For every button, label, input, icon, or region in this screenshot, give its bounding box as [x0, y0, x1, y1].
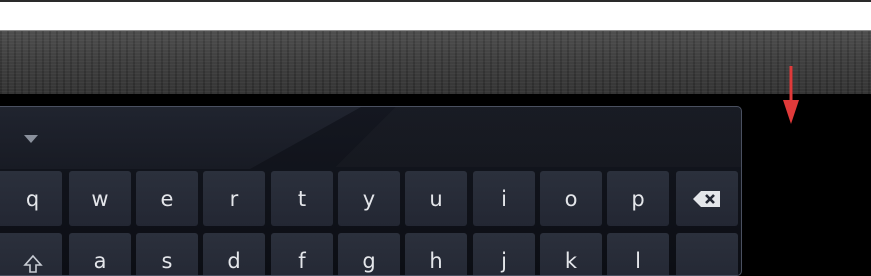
key-r[interactable]: r [203, 171, 265, 226]
key-y[interactable]: y [338, 171, 400, 226]
key-w[interactable]: w [69, 171, 131, 226]
key-label: w [91, 186, 109, 211]
key-label: o [564, 186, 578, 211]
key-label: s [161, 248, 173, 273]
key-l[interactable]: l [607, 233, 669, 275]
key-label: u [429, 186, 443, 211]
key-j[interactable]: j [473, 233, 535, 275]
key-label: d [227, 248, 241, 273]
key-k[interactable]: k [540, 233, 602, 275]
enter-key[interactable] [676, 233, 738, 275]
key-label: h [429, 248, 443, 273]
key-a[interactable]: a [69, 233, 131, 275]
key-s[interactable]: s [136, 233, 198, 275]
key-g[interactable]: g [338, 233, 400, 275]
key-f[interactable]: f [271, 233, 333, 275]
key-label: y [362, 186, 376, 211]
wood-texture-bar [0, 31, 871, 94]
key-i[interactable]: i [473, 171, 535, 226]
key-u[interactable]: u [405, 171, 467, 226]
key-o[interactable]: o [540, 171, 602, 226]
key-q[interactable]: q [0, 171, 62, 226]
key-label: a [93, 248, 107, 273]
key-p[interactable]: p [607, 171, 669, 226]
top-text-field[interactable] [0, 0, 871, 31]
key-label: k [564, 248, 578, 273]
backspace-key[interactable] [676, 171, 738, 226]
key-label: q [25, 186, 40, 211]
red-arrow-down-icon [783, 66, 799, 124]
key-e[interactable]: e [136, 171, 198, 226]
key-label: g [362, 248, 376, 273]
key-label: r [229, 186, 239, 211]
key-label: p [631, 186, 645, 211]
key-h[interactable]: h [405, 233, 467, 275]
keyboard-header [0, 107, 741, 167]
key-label: t [297, 186, 307, 211]
backspace-icon [693, 190, 720, 207]
key-label: j [501, 248, 507, 273]
key-label: i [501, 186, 507, 211]
shift-key[interactable] [0, 233, 62, 275]
key-t[interactable]: t [271, 171, 333, 226]
key-d[interactable]: d [203, 233, 265, 275]
soft-keyboard: q w e r t y u i o p a s d f g h j k l [0, 106, 742, 276]
key-label: e [160, 186, 174, 211]
collapse-keyboard-icon[interactable] [24, 135, 38, 143]
key-label: l [635, 248, 641, 273]
key-label: f [298, 248, 306, 273]
